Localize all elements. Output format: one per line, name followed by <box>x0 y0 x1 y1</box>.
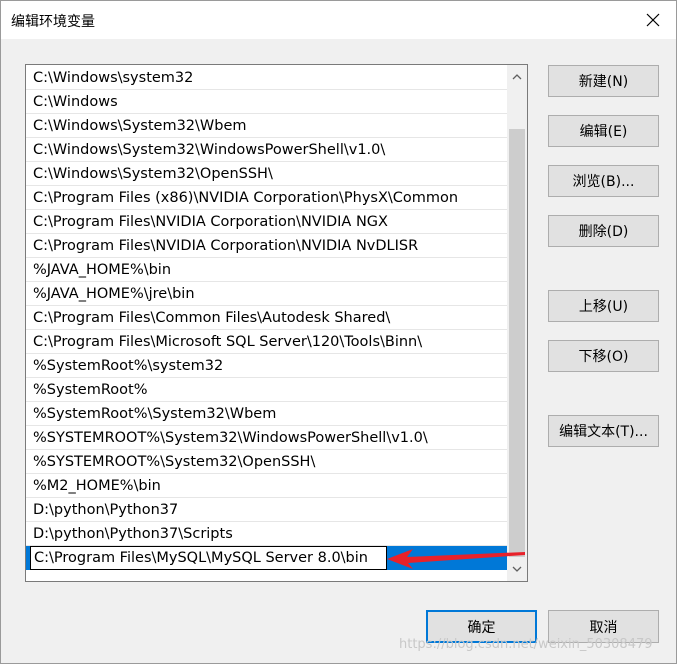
close-button[interactable] <box>630 1 676 39</box>
path-list-item[interactable]: D:\python\Python37 <box>26 498 507 522</box>
title-bar[interactable]: 编辑环境变量 <box>1 1 676 39</box>
vertical-scrollbar[interactable] <box>507 65 527 581</box>
delete-button[interactable]: 删除(D) <box>548 215 659 247</box>
cancel-button[interactable]: 取消 <box>548 610 659 643</box>
path-list-item[interactable]: %JAVA_HOME%\jre\bin <box>26 282 507 306</box>
scroll-up-button[interactable] <box>507 67 527 87</box>
path-list-item[interactable]: C:\Program Files (x86)\NVIDIA Corporatio… <box>26 186 507 210</box>
path-list-item[interactable]: D:\python\Python37\Scripts <box>26 522 507 546</box>
scroll-down-button[interactable] <box>507 559 527 579</box>
path-list: C:\Windows\system32 C:\Windows C:\Window… <box>26 66 507 570</box>
path-list-item[interactable]: %SystemRoot% <box>26 378 507 402</box>
path-list-item[interactable]: %SYSTEMROOT%\System32\WindowsPowerShell\… <box>26 426 507 450</box>
edit-env-var-dialog: 编辑环境变量 C:\Windows\system32 C:\Windows C:… <box>0 0 677 664</box>
path-list-item[interactable]: C:\Windows\System32\Wbem <box>26 114 507 138</box>
path-list-item[interactable]: %SystemRoot%\System32\Wbem <box>26 402 507 426</box>
path-list-item[interactable]: C:\Windows\system32 <box>26 66 507 90</box>
edit-button[interactable]: 编辑(E) <box>548 115 659 147</box>
path-listbox[interactable]: C:\Windows\system32 C:\Windows C:\Window… <box>25 64 528 582</box>
path-list-item[interactable]: C:\Program Files\Microsoft SQL Server\12… <box>26 330 507 354</box>
path-list-item[interactable]: C:\Program Files\Common Files\Autodesk S… <box>26 306 507 330</box>
close-icon <box>646 13 660 27</box>
path-list-item[interactable]: %M2_HOME%\bin <box>26 474 507 498</box>
browse-button[interactable]: 浏览(B)... <box>548 165 659 197</box>
move-up-button[interactable]: 上移(U) <box>548 290 659 322</box>
path-list-item[interactable]: C:\Program Files\NVIDIA Corporation\NVID… <box>26 234 507 258</box>
path-list-item[interactable]: C:\Program Files\NVIDIA Corporation\NVID… <box>26 210 507 234</box>
path-list-item[interactable]: C:\Windows <box>26 90 507 114</box>
edit-text-button[interactable]: 编辑文本(T)... <box>548 415 659 447</box>
scroll-thumb[interactable] <box>509 129 525 557</box>
new-button[interactable]: 新建(N) <box>548 65 659 97</box>
path-list-item-editing[interactable] <box>26 546 507 570</box>
path-list-item[interactable]: %SYSTEMROOT%\System32\OpenSSH\ <box>26 450 507 474</box>
path-list-item[interactable]: C:\Windows\System32\WindowsPowerShell\v1… <box>26 138 507 162</box>
ok-button[interactable]: 确定 <box>426 610 537 643</box>
path-edit-input[interactable] <box>30 546 387 570</box>
chevron-up-icon <box>512 74 522 80</box>
window-title: 编辑环境变量 <box>11 14 95 30</box>
chevron-down-icon <box>512 566 522 572</box>
path-list-item[interactable]: C:\Windows\System32\OpenSSH\ <box>26 162 507 186</box>
move-down-button[interactable]: 下移(O) <box>548 340 659 372</box>
path-list-item[interactable]: %JAVA_HOME%\bin <box>26 258 507 282</box>
path-list-item[interactable]: %SystemRoot%\system32 <box>26 354 507 378</box>
